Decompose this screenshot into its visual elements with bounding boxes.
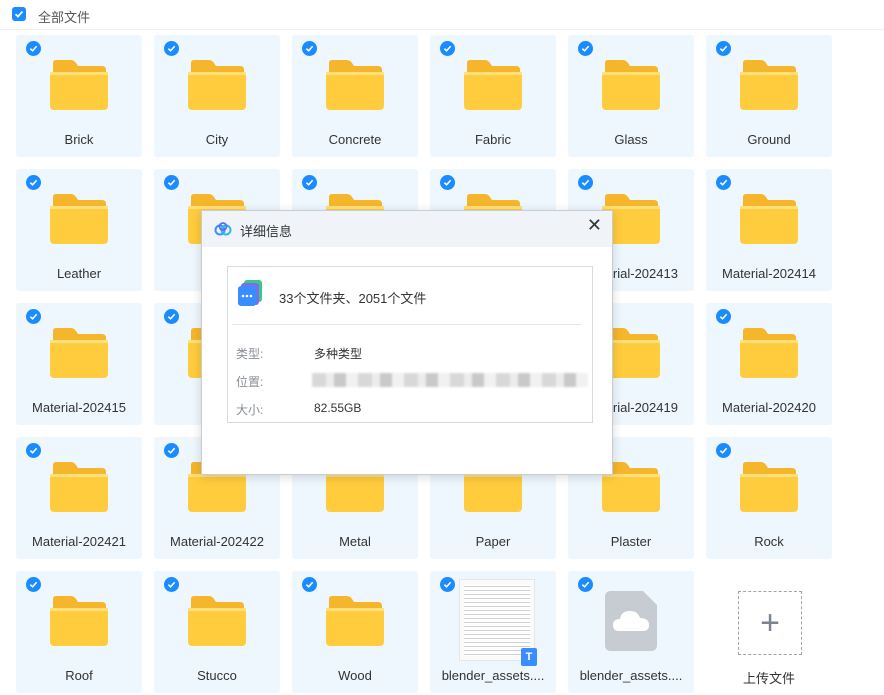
location-value-redacted — [312, 373, 588, 387]
upload-file-tile[interactable]: + 上传文件 — [706, 571, 832, 693]
details-dialog: 详细信息 ✕ 33个文件夹、2051个文件 类型: 多种类型 位置: 大小: 8… — [201, 210, 613, 475]
folder-tile[interactable]: Material-202415 — [16, 303, 142, 425]
folder-tile[interactable]: Material-202420 — [706, 303, 832, 425]
size-value: 82.55GB — [314, 401, 362, 415]
location-label: 位置: — [236, 375, 264, 389]
folder-icon — [188, 596, 246, 646]
tile-name: Concrete — [328, 132, 382, 147]
selected-checkbox[interactable] — [164, 175, 179, 190]
folder-icon — [602, 60, 660, 110]
dialog-title: 详细信息 — [240, 224, 293, 239]
selected-checkbox[interactable] — [164, 309, 179, 324]
folder-icon — [188, 60, 246, 110]
selected-checkbox[interactable] — [440, 41, 455, 56]
tile-name: Paper — [475, 534, 511, 549]
cloud-file-icon — [605, 591, 657, 651]
tile-name: Rock — [754, 534, 784, 549]
selection-summary: 33个文件夹、2051个文件 — [279, 291, 427, 306]
tile-name: Wood — [338, 668, 372, 683]
divider — [232, 324, 582, 325]
folder-icon — [740, 60, 798, 110]
tile-name: Brick — [64, 132, 94, 147]
file-tile[interactable]: Tblender_assets.... — [430, 571, 556, 693]
selected-checkbox[interactable] — [578, 41, 593, 56]
tile-name: Ground — [747, 132, 791, 147]
selected-checkbox[interactable] — [26, 443, 41, 458]
tile-name: Material-202420 — [722, 400, 816, 415]
tile-name: Plaster — [610, 534, 652, 549]
size-label: 大小: — [236, 403, 264, 417]
selected-checkbox[interactable] — [164, 577, 179, 592]
tile-name: Glass — [614, 132, 648, 147]
selected-checkbox[interactable] — [716, 309, 731, 324]
selected-checkbox[interactable] — [26, 309, 41, 324]
selected-checkbox[interactable] — [26, 577, 41, 592]
folder-icon — [740, 194, 798, 244]
selected-checkbox[interactable] — [440, 175, 455, 190]
tile-name: blender_assets.... — [441, 668, 545, 683]
close-icon[interactable]: ✕ — [587, 215, 602, 236]
folder-tile[interactable]: City — [154, 35, 280, 157]
tile-name: 上传文件 — [742, 671, 795, 686]
folder-icon — [326, 596, 384, 646]
folder-tile[interactable]: Glass — [568, 35, 694, 157]
folder-icon — [740, 328, 798, 378]
folder-icon — [50, 194, 108, 244]
tile-name: Stucco — [197, 668, 237, 683]
folder-tile[interactable]: Wood — [292, 571, 418, 693]
type-value: 多种类型 — [314, 347, 363, 361]
select-all-checkbox[interactable] — [12, 7, 26, 21]
selected-checkbox[interactable] — [302, 175, 317, 190]
tile-name: City — [205, 132, 229, 147]
tile-name: Metal — [339, 534, 371, 549]
text-file-badge-icon: T — [521, 648, 537, 666]
selected-checkbox[interactable] — [164, 41, 179, 56]
folder-tile[interactable]: Ground — [706, 35, 832, 157]
folder-icon — [50, 60, 108, 110]
selected-checkbox[interactable] — [716, 443, 731, 458]
tile-name: Material-202422 — [170, 534, 264, 549]
selected-checkbox[interactable] — [26, 41, 41, 56]
baidu-netdisk-logo-icon — [214, 222, 232, 236]
folder-tile[interactable]: Concrete — [292, 35, 418, 157]
selected-checkbox[interactable] — [578, 577, 593, 592]
tile-name: Material-202415 — [32, 400, 126, 415]
tile-name: Material-202421 — [32, 534, 126, 549]
multi-files-icon — [238, 280, 262, 306]
selected-checkbox[interactable] — [302, 41, 317, 56]
selected-checkbox[interactable] — [164, 443, 179, 458]
folder-icon — [50, 596, 108, 646]
selected-checkbox[interactable] — [440, 577, 455, 592]
folder-icon — [50, 462, 108, 512]
folder-icon — [50, 328, 108, 378]
all-files-title: 全部文件 — [38, 10, 91, 25]
folder-tile[interactable]: Material-202421 — [16, 437, 142, 559]
selected-checkbox[interactable] — [578, 175, 593, 190]
tile-name: blender_assets.... — [579, 668, 683, 683]
folder-icon — [464, 60, 522, 110]
folder-tile[interactable]: Leather — [16, 169, 142, 291]
selected-checkbox[interactable] — [716, 41, 731, 56]
file-tile[interactable]: blender_assets.... — [568, 571, 694, 693]
upload-plus-icon[interactable]: + — [738, 591, 802, 655]
dialog-header: 详细信息 ✕ — [202, 211, 612, 247]
folder-tile[interactable]: Stucco — [154, 571, 280, 693]
folder-tile[interactable]: Fabric — [430, 35, 556, 157]
tile-name: Material-202414 — [722, 266, 816, 281]
selected-checkbox[interactable] — [716, 175, 731, 190]
folder-tile[interactable]: Material-202414 — [706, 169, 832, 291]
details-panel: 33个文件夹、2051个文件 类型: 多种类型 位置: 大小: 82.55GB — [227, 266, 593, 423]
folder-icon — [326, 60, 384, 110]
folder-tile[interactable]: Rock — [706, 437, 832, 559]
tile-name: Fabric — [474, 132, 512, 147]
type-label: 类型: — [236, 347, 264, 361]
folder-tile[interactable]: Roof — [16, 571, 142, 693]
selected-checkbox[interactable] — [302, 577, 317, 592]
folder-icon — [740, 462, 798, 512]
selected-checkbox[interactable] — [26, 175, 41, 190]
toolbar: 全部文件 — [0, 0, 884, 30]
folder-tile[interactable]: Brick — [16, 35, 142, 157]
tile-name: Roof — [65, 668, 93, 683]
tile-name: Leather — [56, 266, 102, 281]
